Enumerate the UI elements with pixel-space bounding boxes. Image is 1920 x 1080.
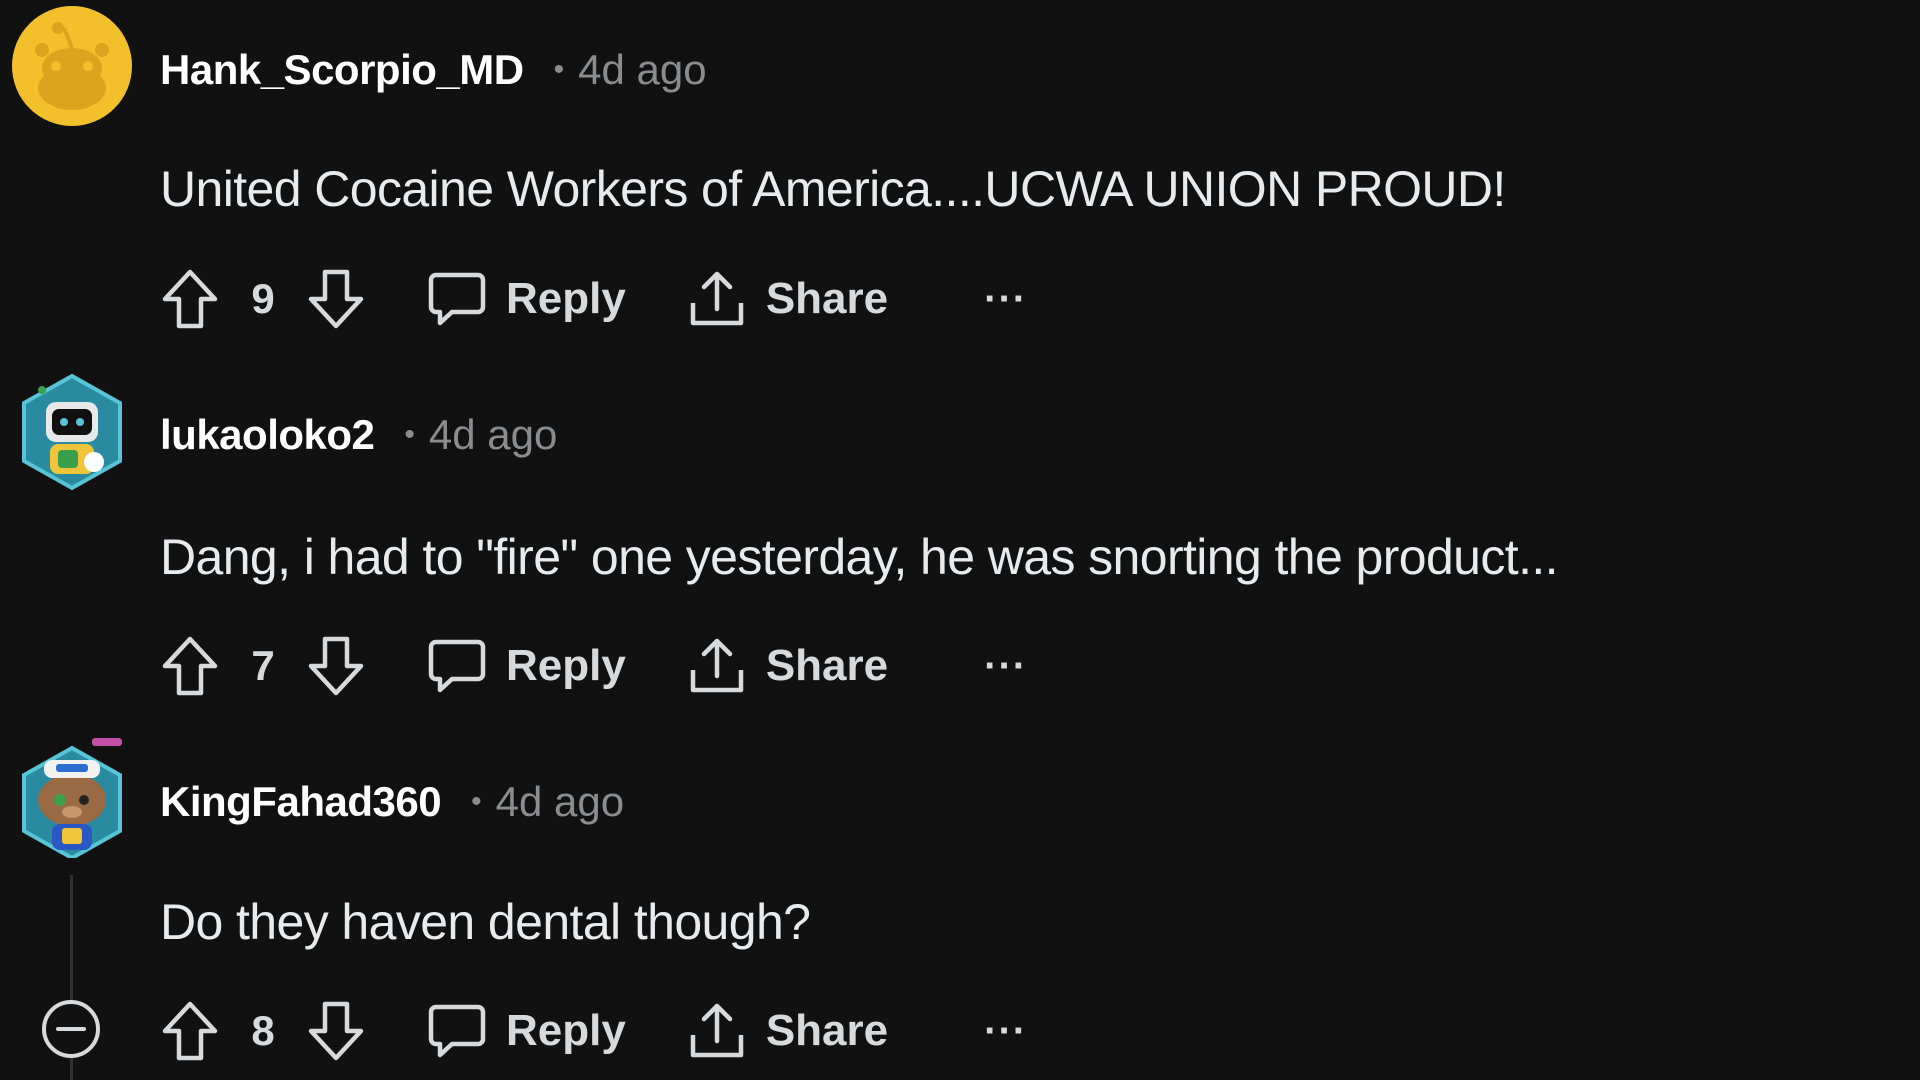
- comment-actions: 8 Reply Share ···: [160, 991, 1027, 1071]
- comment-meta: KingFahad360 • 4d ago: [160, 772, 624, 832]
- collapse-thread-button[interactable]: [41, 999, 101, 1059]
- more-options-button[interactable]: ···: [984, 1009, 1027, 1054]
- comment-thread: Hank_Scorpio_MD • 4d ago United Cocaine …: [0, 0, 1920, 1080]
- downvote-button[interactable]: [306, 999, 366, 1063]
- upvote-button[interactable]: [160, 999, 220, 1063]
- vote-score: 8: [251, 1007, 275, 1054]
- share-upload-icon: [690, 1003, 744, 1058]
- downvote-arrow-icon: [308, 1001, 364, 1061]
- vote-group: 8: [160, 999, 366, 1063]
- comment: KingFahad360 • 4d ago Do they haven dent…: [0, 0, 1920, 1080]
- username-link[interactable]: KingFahad360: [160, 778, 442, 826]
- reply-button[interactable]: Reply: [428, 1003, 626, 1059]
- sailor-snoo-avatar-icon: [22, 738, 122, 858]
- minus-circle-icon: [42, 1000, 100, 1058]
- user-avatar[interactable]: [12, 738, 132, 858]
- upvote-arrow-icon: [162, 1001, 218, 1061]
- comment-body: Do they haven dental though?: [160, 894, 811, 950]
- share-label: Share: [765, 1006, 889, 1055]
- share-button[interactable]: Share: [688, 1001, 888, 1061]
- comment-bubble-icon: [428, 1004, 486, 1058]
- timestamp[interactable]: 4d ago: [496, 778, 624, 826]
- meta-separator: •: [471, 785, 482, 818]
- reply-label: Reply: [506, 1006, 626, 1055]
